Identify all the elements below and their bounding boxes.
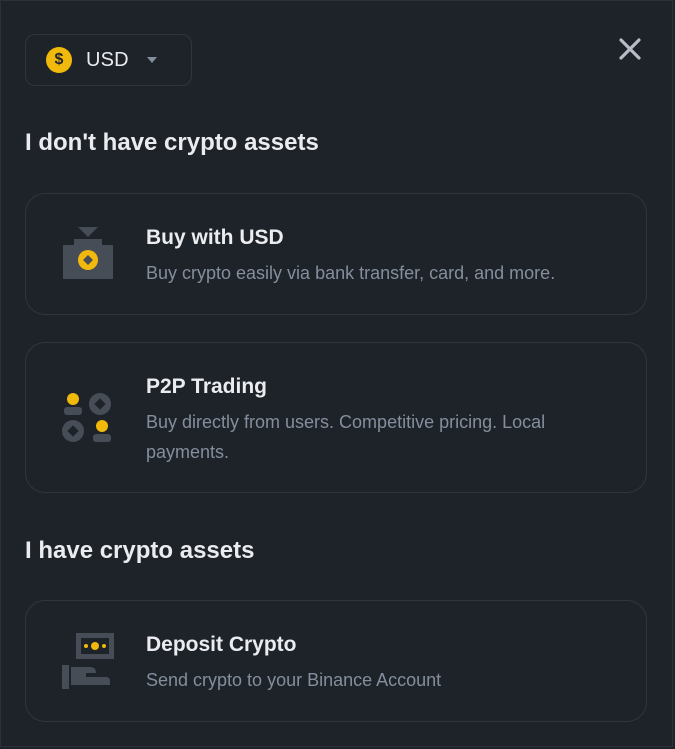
p2p-trading-icon (60, 391, 116, 447)
chevron-down-icon (146, 57, 157, 63)
buy-with-fiat-option[interactable]: Buy with USD Buy crypto easily via bank … (25, 193, 647, 315)
option-title: Deposit Crypto (146, 633, 297, 656)
deposit-crypto-option[interactable]: Deposit Crypto Send crypto to your Binan… (25, 600, 647, 722)
section-title-have-crypto: I have crypto assets (25, 537, 255, 564)
option-description: Buy directly from users. Competitive pri… (146, 412, 546, 462)
deposit-options-panel: $ USD I don't have crypto assets Buy wit… (0, 0, 673, 747)
option-title: P2P Trading (146, 375, 267, 398)
close-icon (619, 38, 641, 60)
option-description: Buy crypto easily via bank transfer, car… (146, 263, 556, 283)
close-button[interactable] (616, 35, 644, 63)
section-title-no-crypto: I don't have crypto assets (25, 129, 319, 156)
option-description: Send crypto to your Binance Account (146, 670, 442, 690)
currency-label: USD (86, 48, 129, 71)
currency-dropdown[interactable]: $ USD (25, 34, 192, 86)
dollar-coin-icon: $ (46, 47, 72, 73)
buy-crypto-icon (60, 224, 116, 280)
p2p-trading-option[interactable]: P2P Trading Buy directly from users. Com… (25, 342, 647, 493)
option-title: Buy with USD (146, 226, 284, 249)
deposit-crypto-icon (60, 631, 116, 689)
